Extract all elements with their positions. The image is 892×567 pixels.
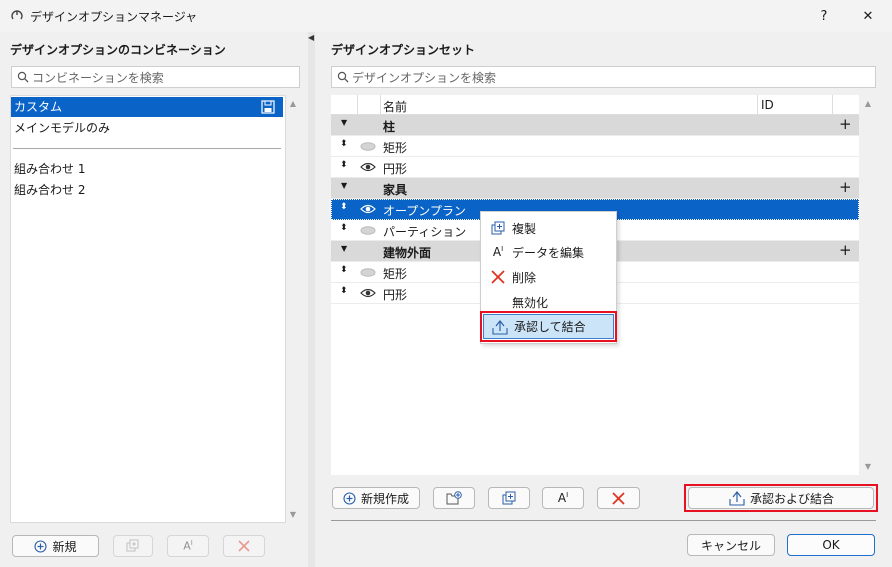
list-item-custom[interactable]: カスタム [11, 97, 283, 117]
collapse-icon[interactable]: ▼ [341, 244, 347, 253]
close-button[interactable]: ✕ [850, 4, 886, 28]
combination-search-input[interactable]: コンビネーションを検索 [11, 66, 300, 88]
search-placeholder: デザインオプションを検索 [352, 70, 497, 85]
splitter[interactable] [308, 32, 315, 567]
add-icon[interactable]: + [839, 115, 852, 133]
eye-icon[interactable] [360, 288, 376, 298]
add-icon[interactable]: + [839, 241, 852, 259]
delete-icon [491, 270, 505, 284]
list-item[interactable]: 組み合わせ 1 [11, 159, 283, 179]
delete-icon [612, 491, 625, 505]
search-placeholder: コンビネーションを検索 [32, 70, 164, 85]
menu-item-approve-merge[interactable]: 承認して結合 [480, 311, 617, 342]
collapse-icon[interactable]: ▼ [341, 118, 347, 127]
rename-icon: AI [557, 491, 569, 505]
menu-item-delete[interactable]: 削除 [482, 265, 615, 289]
duplicate-icon [126, 539, 139, 552]
ok-button[interactable]: OK [787, 534, 875, 556]
save-icon[interactable] [261, 100, 275, 114]
duplicate-icon [491, 221, 504, 234]
window-title: デザインオプションマネージャ [30, 10, 198, 24]
column-id-header[interactable]: ID [761, 98, 774, 112]
delete-combination-button[interactable] [223, 535, 265, 557]
eye-hidden-icon[interactable] [360, 142, 376, 151]
rename-option-button[interactable]: AI [542, 487, 584, 509]
app-icon [11, 10, 23, 20]
group-row-column[interactable]: ▼ 柱 + [331, 115, 859, 136]
footer-divider [331, 520, 876, 521]
new-combination-button[interactable]: 新規 [12, 535, 99, 557]
menu-item-disable[interactable]: 無効化 [482, 290, 615, 314]
reorder-icon[interactable]: ⬍ [340, 265, 348, 275]
option-row[interactable]: ⬍ 円形 [331, 157, 859, 178]
menu-item-duplicate[interactable]: 複製 [482, 216, 615, 240]
new-folder-button[interactable] [433, 487, 475, 509]
group-row-furniture[interactable]: ▼ 家具 + [331, 178, 859, 199]
eye-icon[interactable] [360, 204, 376, 214]
delete-icon [238, 540, 250, 552]
approve-merge-button[interactable]: 承認および結合 [688, 487, 874, 509]
eye-icon[interactable] [360, 162, 376, 172]
rename-icon: AI [183, 539, 193, 553]
option-row[interactable]: ⬍ 矩形 [331, 136, 859, 157]
approve-merge-icon [729, 491, 745, 506]
list-item[interactable]: メインモデルのみ [11, 118, 283, 138]
reorder-icon[interactable]: ⬍ [340, 160, 348, 170]
option-search-input[interactable]: デザインオプションを検索 [331, 66, 876, 88]
reorder-icon[interactable]: ⬍ [340, 286, 348, 296]
rename-button[interactable]: AI [167, 535, 209, 557]
add-icon[interactable]: + [839, 178, 852, 196]
reorder-icon[interactable]: ⬍ [340, 139, 348, 149]
collapse-icon[interactable]: ▼ [341, 181, 347, 190]
rename-icon: AI [492, 245, 504, 259]
list-item[interactable]: 組み合わせ 2 [11, 180, 283, 200]
search-icon [17, 71, 29, 83]
scroll-down-arrow[interactable]: ▼ [863, 462, 873, 472]
eye-hidden-icon[interactable] [360, 226, 376, 235]
scroll-up-arrow[interactable]: ▲ [288, 99, 298, 109]
column-name-header[interactable]: 名前 [383, 98, 407, 115]
duplicate-option-button[interactable] [488, 487, 530, 509]
list-divider [13, 148, 281, 149]
add-folder-icon [446, 491, 462, 505]
delete-option-button[interactable] [597, 487, 640, 509]
scroll-down-arrow[interactable]: ▼ [288, 510, 298, 520]
title-bar: デザインオプションマネージャ ? ✕ [0, 0, 892, 32]
reorder-icon[interactable]: ⬍ [340, 223, 348, 233]
eye-hidden-icon[interactable] [360, 268, 376, 277]
approve-merge-icon [492, 319, 508, 335]
add-circle-icon [343, 491, 356, 505]
menu-item-edit-data[interactable]: AI データを編集 [482, 240, 615, 264]
cancel-button[interactable]: キャンセル [687, 534, 775, 556]
reorder-icon[interactable]: ⬍ [340, 202, 348, 212]
search-icon [337, 71, 349, 83]
context-menu: 複製 AI データを編集 削除 無効化 承認して結合 [480, 211, 617, 344]
scroll-up-arrow[interactable]: ▲ [863, 99, 873, 109]
combination-list: カスタム メインモデルのみ 組み合わせ 1 組み合わせ 2 [10, 95, 286, 523]
help-button[interactable]: ? [806, 4, 842, 28]
duplicate-icon [502, 491, 515, 504]
add-circle-icon [34, 539, 48, 553]
combination-title: デザインオプションのコンビネーション [10, 43, 226, 57]
new-option-button[interactable]: 新規作成 [332, 487, 420, 509]
collapse-arrow-icon[interactable]: ◀ [308, 33, 314, 42]
duplicate-button[interactable] [113, 535, 153, 557]
grid-header: 名前 ID [331, 95, 859, 115]
option-set-title: デザインオプションセット [331, 43, 476, 57]
